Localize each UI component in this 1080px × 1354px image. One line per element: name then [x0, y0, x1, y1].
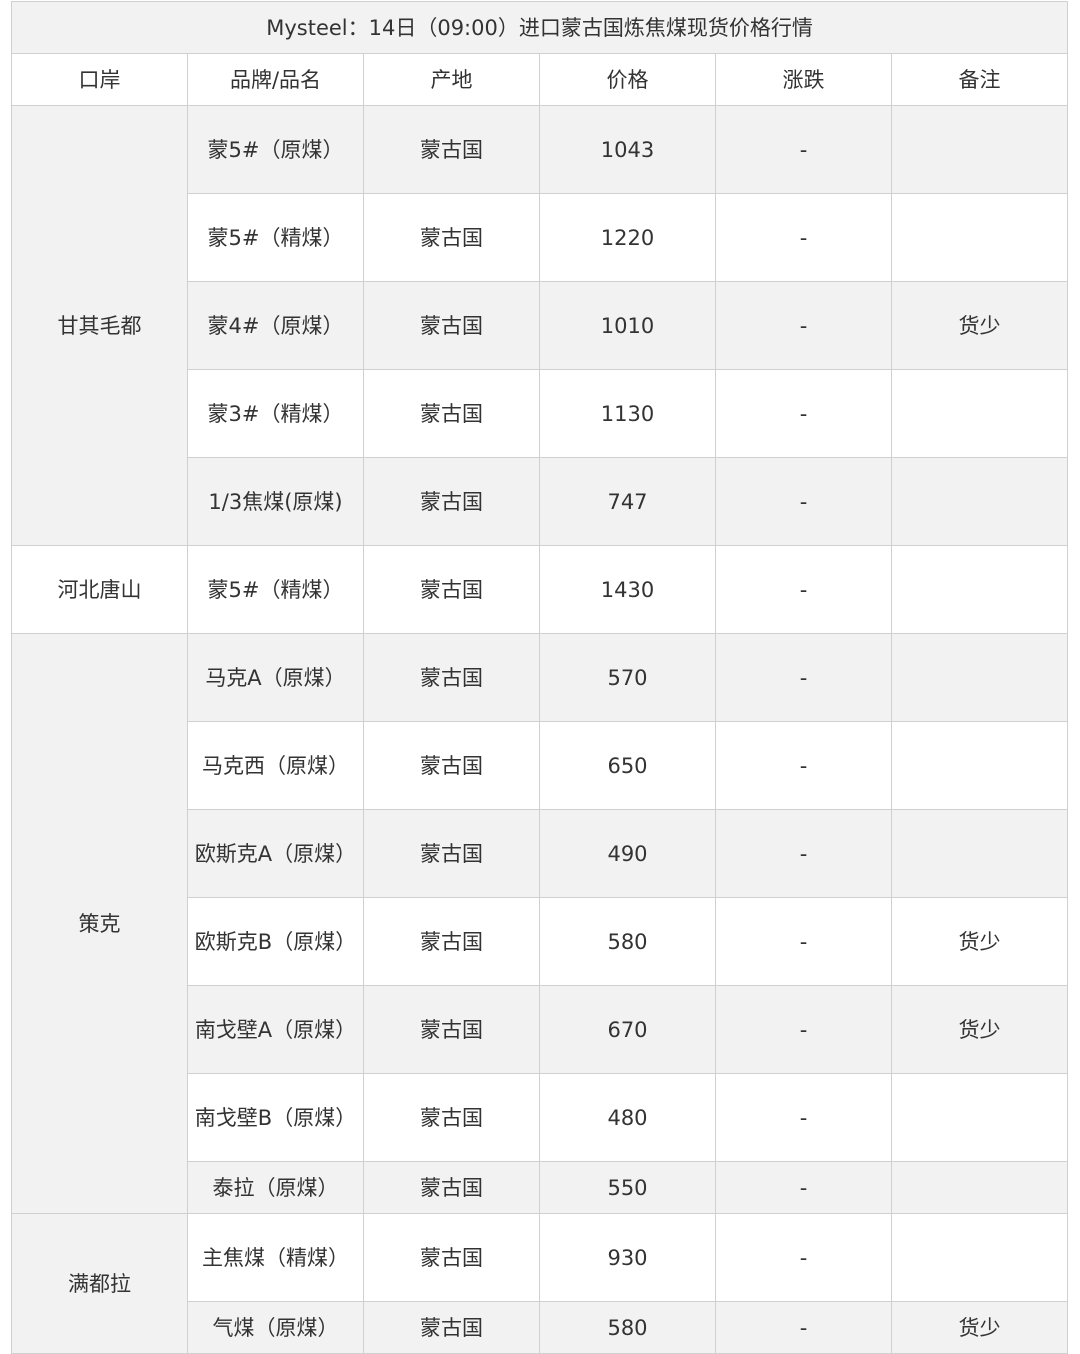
note-cell: 货少: [890, 281, 1069, 370]
change-cell: -: [715, 633, 892, 722]
header-brand: 品牌/品名: [187, 53, 364, 106]
price-cell: 580: [539, 1301, 716, 1354]
price-cell: 570: [539, 633, 716, 722]
origin-cell: 蒙古国: [363, 1213, 540, 1302]
price-cell: 1220: [539, 193, 716, 282]
table-row: 策克 马克A（原煤） 蒙古国 570-: [11, 633, 1069, 1214]
change-cell: -: [715, 193, 892, 282]
brand-cell: 泰拉（原煤）: [187, 1161, 364, 1214]
origin-cell: 蒙古国: [363, 897, 540, 986]
brand-cell: 南戈壁A（原煤）: [187, 985, 364, 1074]
origin-cell: 蒙古国: [363, 545, 540, 634]
change-cell: -: [715, 545, 892, 634]
brand-cell: 蒙5#（精煤）: [187, 193, 364, 282]
origin-cell: 蒙古国: [363, 1161, 540, 1214]
change-cell: -: [715, 1213, 892, 1302]
brand-cell: 马克A（原煤）: [187, 633, 364, 722]
note-cell: [890, 1213, 1069, 1302]
header-change: 涨跌: [715, 53, 892, 106]
price-cell: 1130: [539, 369, 716, 458]
brand-cell: 马克西（原煤）: [187, 721, 364, 810]
change-cell: -: [715, 1301, 892, 1354]
price-table: Mysteel：14日（09:00）进口蒙古国炼焦煤现货价格行情 口岸 品牌/品…: [10, 1, 1069, 1354]
brand-cell: 欧斯克B（原煤）: [187, 897, 364, 986]
header-origin: 产地: [363, 53, 540, 106]
origin-cell: 蒙古国: [363, 1301, 540, 1354]
brand-cell: 1/3焦煤(原煤): [187, 457, 364, 546]
price-cell: 1010: [539, 281, 716, 370]
brand-cell: 主焦煤（精煤）: [187, 1213, 364, 1302]
origin-cell: 蒙古国: [363, 369, 540, 458]
price-cell: 650: [539, 721, 716, 810]
port-cell: 河北唐山: [11, 545, 188, 634]
change-cell: -: [715, 105, 892, 194]
table-row: 河北唐山 蒙5#（精煤） 蒙古国 1430-: [11, 545, 1069, 634]
change-cell: -: [715, 897, 892, 986]
note-cell: [890, 457, 1069, 546]
change-cell: -: [715, 281, 892, 370]
note-cell: [890, 721, 1069, 810]
brand-cell: 蒙5#（精煤）: [187, 545, 364, 634]
note-cell: [890, 369, 1069, 458]
note-cell: 货少: [890, 1301, 1069, 1354]
price-cell: 550: [539, 1161, 716, 1214]
price-cell: 747: [539, 457, 716, 546]
note-cell: 货少: [890, 985, 1069, 1074]
price-cell: 930: [539, 1213, 716, 1302]
change-cell: -: [715, 1073, 892, 1162]
brand-cell: 蒙3#（精煤）: [187, 369, 364, 458]
price-cell: 480: [539, 1073, 716, 1162]
origin-cell: 蒙古国: [363, 105, 540, 194]
note-cell: [890, 545, 1069, 634]
port-cell: 甘其毛都: [11, 105, 188, 546]
table-row: 满都拉 主焦煤（精煤） 蒙古国 930-: [11, 1213, 1069, 1354]
price-cell: 670: [539, 985, 716, 1074]
note-cell: 货少: [890, 897, 1069, 986]
header-price: 价格: [539, 53, 716, 106]
price-cell: 1430: [539, 545, 716, 634]
origin-cell: 蒙古国: [363, 809, 540, 898]
note-cell: [890, 809, 1069, 898]
price-table-body: Mysteel：14日（09:00）进口蒙古国炼焦煤现货价格行情 口岸 品牌/品…: [10, 1, 1069, 1354]
header-port: 口岸: [11, 53, 188, 106]
note-cell: [890, 1073, 1069, 1162]
note-cell: [890, 193, 1069, 282]
origin-cell: 蒙古国: [363, 193, 540, 282]
note-cell: [890, 633, 1069, 722]
change-cell: -: [715, 369, 892, 458]
origin-cell: 蒙古国: [363, 721, 540, 810]
header-row: 口岸 品牌/品名 产地 价格 涨跌 备注: [11, 53, 1069, 106]
note-cell: [890, 105, 1069, 194]
change-cell: -: [715, 1161, 892, 1214]
change-cell: -: [715, 457, 892, 546]
port-cell: 满都拉: [11, 1213, 188, 1354]
price-cell: 580: [539, 897, 716, 986]
title-row: Mysteel：14日（09:00）进口蒙古国炼焦煤现货价格行情: [10, 1, 1069, 54]
header-note: 备注: [890, 53, 1069, 106]
origin-cell: 蒙古国: [363, 281, 540, 370]
brand-cell: 欧斯克A（原煤）: [187, 809, 364, 898]
change-cell: -: [715, 985, 892, 1074]
price-cell: 1043: [539, 105, 716, 194]
port-cell: 策克: [11, 633, 188, 1214]
brand-cell: 南戈壁B（原煤）: [187, 1073, 364, 1162]
brand-cell: 蒙5#（原煤）: [187, 105, 364, 194]
table-title: Mysteel：14日（09:00）进口蒙古国炼焦煤现货价格行情: [10, 1, 1069, 54]
origin-cell: 蒙古国: [363, 633, 540, 722]
note-cell: [890, 1161, 1069, 1214]
brand-cell: 蒙4#（原煤）: [187, 281, 364, 370]
table-row: 甘其毛都 蒙5#（原煤） 蒙古国 1043-: [11, 105, 1069, 546]
change-cell: -: [715, 809, 892, 898]
price-cell: 490: [539, 809, 716, 898]
origin-cell: 蒙古国: [363, 1073, 540, 1162]
origin-cell: 蒙古国: [363, 457, 540, 546]
origin-cell: 蒙古国: [363, 985, 540, 1074]
brand-cell: 气煤（原煤）: [187, 1301, 364, 1354]
change-cell: -: [715, 721, 892, 810]
